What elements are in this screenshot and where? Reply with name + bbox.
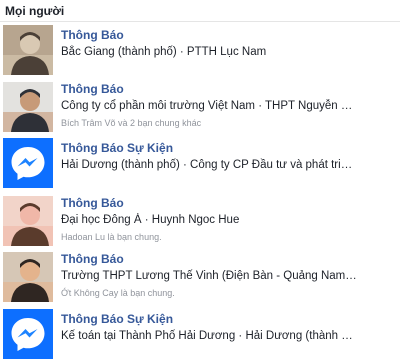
- result-item[interactable]: Thông Báo Trường THPT Lương Thế Vinh (Điệ…: [0, 252, 400, 306]
- result-item[interactable]: Thông Báo Bắc Giang (thành phố) · PTTH Lụ…: [0, 25, 400, 79]
- messenger-logo-icon[interactable]: [3, 309, 53, 359]
- mutual-friends: Hadoan Lu là bạn chung.: [61, 232, 162, 242]
- result-detail: Hải Dương (thành phố) · Công ty CP Đầu t…: [61, 159, 353, 171]
- result-detail: Trường THPT Lương Thế Vinh (Điện Bàn - Q…: [61, 270, 357, 282]
- result-item[interactable]: Thông Báo Đại học Đông Á · Huynh Ngoc Hue…: [0, 196, 400, 250]
- result-name-link[interactable]: Thông Báo: [61, 82, 392, 97]
- result-text: Thông Báo Công ty cổ phần môi trường Việt…: [61, 82, 392, 129]
- avatar[interactable]: [3, 196, 53, 246]
- avatar[interactable]: [3, 25, 53, 75]
- result-item[interactable]: Thông Báo Công ty cổ phần môi trường Việt…: [0, 82, 400, 136]
- people-search-results: Mọi người Thông Báo Bắc Giang (thành phố)…: [0, 0, 400, 362]
- result-item[interactable]: Thông Báo Sự Kiện Hải Dương (thành phố) ·…: [0, 138, 400, 192]
- avatar[interactable]: [3, 252, 53, 302]
- result-detail: Kế toán tại Thành Phố Hải Dương · Hải Dư…: [61, 330, 353, 342]
- result-text: Thông Báo Sự Kiện Hải Dương (thành phố) ·…: [61, 141, 392, 173]
- result-detail: Công ty cổ phần môi trường Việt Nam · TH…: [61, 100, 353, 112]
- result-name-link[interactable]: Thông Báo Sự Kiện: [61, 141, 392, 156]
- avatar[interactable]: [3, 82, 53, 132]
- result-detail: Bắc Giang (thành phố) · PTTH Lục Nam: [61, 46, 267, 58]
- result-name-link[interactable]: Thông Báo: [61, 28, 392, 43]
- mutual-friends: Ớt Không Cay là bạn chung.: [61, 288, 175, 298]
- messenger-logo-icon[interactable]: [3, 138, 53, 188]
- result-name-link[interactable]: Thông Báo: [61, 196, 392, 211]
- result-text: Thông Báo Trường THPT Lương Thế Vinh (Điệ…: [61, 252, 392, 299]
- result-detail: Đại học Đông Á · Huynh Ngoc Hue: [61, 214, 240, 226]
- result-text: Thông Báo Sự Kiện Kế toán tại Thành Phố H…: [61, 312, 392, 344]
- result-text: Thông Báo Bắc Giang (thành phố) · PTTH Lụ…: [61, 28, 392, 60]
- mutual-friends: Bích Trâm Võ và 2 bạn chung khác: [61, 118, 202, 128]
- section-title: Mọi người: [0, 0, 400, 22]
- result-name-link[interactable]: Thông Báo Sự Kiện: [61, 312, 392, 327]
- result-name-link[interactable]: Thông Báo: [61, 252, 392, 267]
- result-text: Thông Báo Đại học Đông Á · Huynh Ngoc Hue…: [61, 196, 392, 243]
- result-item[interactable]: Thông Báo Sự Kiện Kế toán tại Thành Phố H…: [0, 309, 400, 362]
